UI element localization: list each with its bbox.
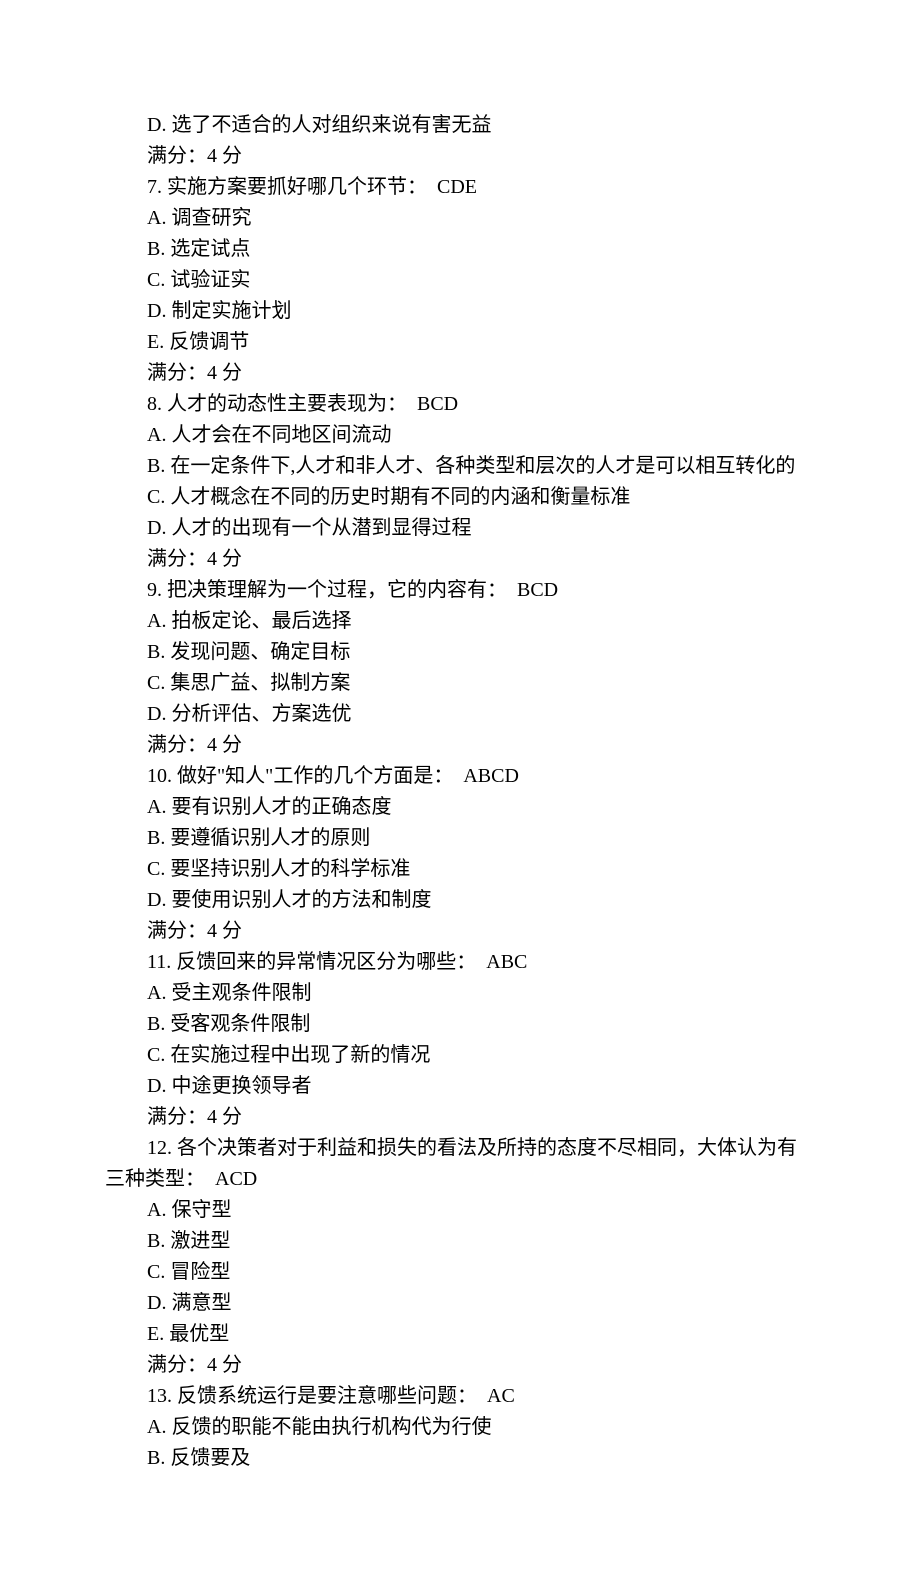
text-line: 7. 实施方案要抓好哪几个环节： CDE	[105, 172, 815, 203]
text-line: C. 试验证实	[105, 265, 815, 296]
text-line: 13. 反馈系统运行是要注意哪些问题： AC	[105, 1381, 815, 1412]
text-line: B. 反馈要及	[105, 1443, 815, 1474]
text-line: 11. 反馈回来的异常情况区分为哪些： ABC	[105, 947, 815, 978]
text-line: A. 调查研究	[105, 203, 815, 234]
text-line: B. 选定试点	[105, 234, 815, 265]
text-line: 满分：4 分	[105, 544, 815, 575]
text-line: A. 反馈的职能不能由执行机构代为行使	[105, 1412, 815, 1443]
text-line: A. 受主观条件限制	[105, 978, 815, 1009]
text-line: A. 人才会在不同地区间流动	[105, 420, 815, 451]
text-line: A. 要有识别人才的正确态度	[105, 792, 815, 823]
text-line: A. 保守型	[105, 1195, 815, 1226]
text-line: D. 中途更换领导者	[105, 1071, 815, 1102]
text-line: E. 最优型	[105, 1319, 815, 1350]
text-line: B. 发现问题、确定目标	[105, 637, 815, 668]
text-line: 10. 做好"知人"工作的几个方面是： ABCD	[105, 761, 815, 792]
text-line: D. 要使用识别人才的方法和制度	[105, 885, 815, 916]
text-line: 8. 人才的动态性主要表现为： BCD	[105, 389, 815, 420]
text-line: B. 要遵循识别人才的原则	[105, 823, 815, 854]
text-line: D. 分析评估、方案选优	[105, 699, 815, 730]
text-line: B. 激进型	[105, 1226, 815, 1257]
text-line: 满分：4 分	[105, 358, 815, 389]
text-line: 9. 把决策理解为一个过程，它的内容有： BCD	[105, 575, 815, 606]
text-line: 满分：4 分	[105, 141, 815, 172]
text-line: B. 受客观条件限制	[105, 1009, 815, 1040]
text-line: 满分：4 分	[105, 916, 815, 947]
document-page: D. 选了不适合的人对组织来说有害无益满分：4 分7. 实施方案要抓好哪几个环节…	[0, 0, 920, 1594]
text-line: C. 在实施过程中出现了新的情况	[105, 1040, 815, 1071]
text-line: B. 在一定条件下,人才和非人才、各种类型和层次的人才是可以相互转化的	[105, 451, 815, 482]
text-line: C. 要坚持识别人才的科学标准	[105, 854, 815, 885]
text-line: D. 选了不适合的人对组织来说有害无益	[105, 110, 815, 141]
text-line: 满分：4 分	[105, 730, 815, 761]
text-line: C. 集思广益、拟制方案	[105, 668, 815, 699]
text-line: 满分：4 分	[105, 1102, 815, 1133]
text-line: E. 反馈调节	[105, 327, 815, 358]
text-line: D. 制定实施计划	[105, 296, 815, 327]
text-line: 12. 各个决策者对于利益和损失的看法及所持的态度不尽相同，大体认为有	[105, 1133, 815, 1164]
text-line: C. 人才概念在不同的历史时期有不同的内涵和衡量标准	[105, 482, 815, 513]
text-line: 满分：4 分	[105, 1350, 815, 1381]
text-line: C. 冒险型	[105, 1257, 815, 1288]
text-line: D. 满意型	[105, 1288, 815, 1319]
text-line: A. 拍板定论、最后选择	[105, 606, 815, 637]
text-line: D. 人才的出现有一个从潜到显得过程	[105, 513, 815, 544]
text-line: 三种类型： ACD	[105, 1164, 815, 1195]
